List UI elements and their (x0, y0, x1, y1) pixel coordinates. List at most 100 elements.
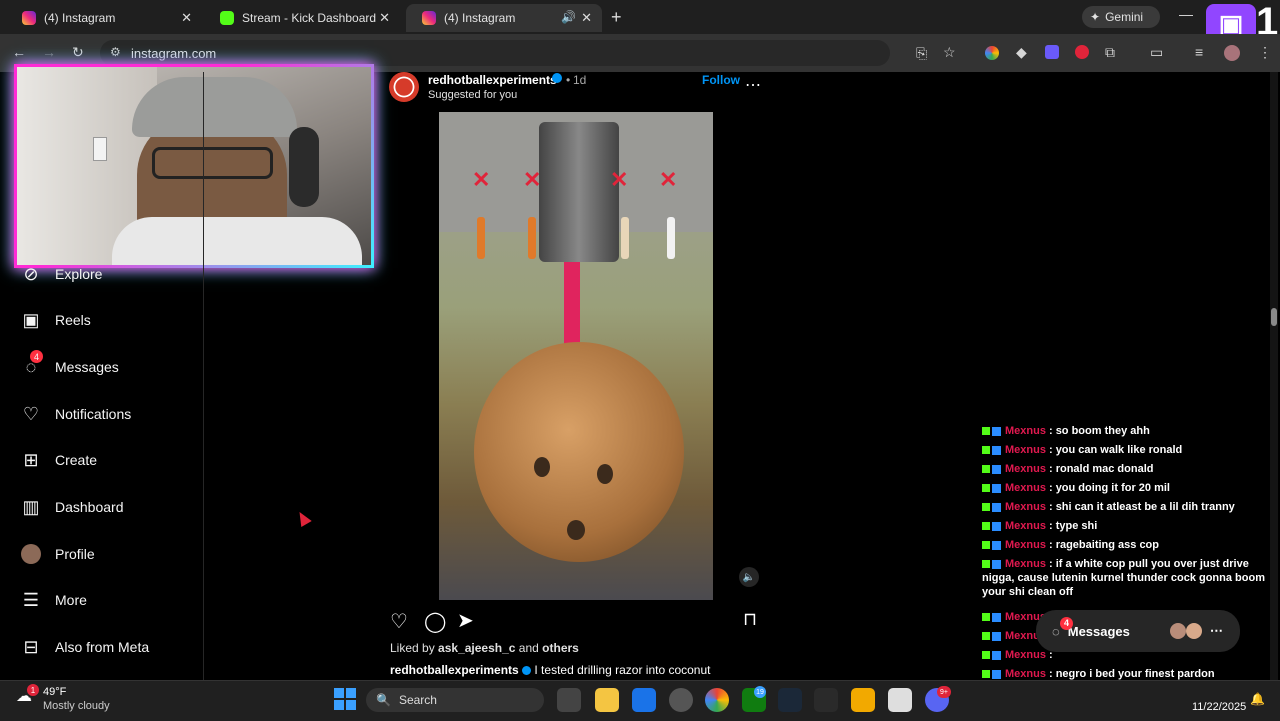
post-video[interactable]: ✕ ✕ ✕ ✕ (439, 112, 713, 600)
sidebar-item-also-from-meta[interactable]: ⊟ Also from Meta (20, 635, 149, 659)
chat-message: Mexnus: so boom they ahh (982, 424, 1278, 438)
weather-temp[interactable]: 49°F (43, 686, 66, 698)
store-icon[interactable] (632, 688, 656, 712)
extension-icon[interactable]: ◆ (1016, 44, 1027, 61)
tab-title: (4) Instagram (444, 11, 516, 25)
close-tab-icon[interactable]: ✕ (181, 10, 192, 26)
epic-games-icon[interactable] (814, 688, 838, 712)
caption-username[interactable]: redhotballexperiments (390, 663, 519, 677)
like-heart-icon[interactable]: ♡ (390, 609, 408, 634)
chat-badge-icon (992, 631, 1001, 641)
speaker-icon[interactable]: 🔊 (561, 10, 576, 24)
profile-avatar-icon[interactable] (1224, 45, 1240, 61)
search-placeholder: Search (398, 693, 437, 707)
chat-message: Mexnus: negro i bed your finest pardon (982, 667, 1278, 681)
messages-popup-badge: 4 (1060, 616, 1073, 630)
tab-instagram-active[interactable]: (4) Instagram 🔊 ✕ (406, 4, 602, 32)
chat-badge-icon (992, 650, 1001, 660)
chat-badge-icon (992, 426, 1001, 436)
audio-toggle-icon[interactable]: 🔈 (739, 567, 759, 587)
shirt (112, 217, 362, 265)
rockstar-icon[interactable] (851, 688, 875, 712)
extension-icon[interactable] (985, 46, 999, 60)
chat-text: : you doing it for 20 mil (1048, 482, 1170, 494)
sidebar-item-profile[interactable]: Profile (20, 542, 95, 566)
forward-icon[interactable]: → (42, 44, 56, 60)
kick-badge-icon (982, 651, 990, 660)
sidebar-item-create[interactable]: ⊞ Create (20, 448, 97, 472)
instagram-icon (22, 11, 36, 25)
tab-kick-dashboard[interactable]: Stream - Kick Dashboard ✕ (204, 4, 400, 32)
site-info-icon[interactable]: ⚙ (110, 45, 121, 59)
verified-icon (522, 666, 532, 676)
sidebar-item-explore[interactable]: ⊘ Explore (20, 262, 102, 286)
avatar (1169, 623, 1186, 639)
cross-mark-icon: ✕ (472, 167, 491, 192)
liked-by-user-link[interactable]: ask_ajeesh_c (438, 641, 515, 655)
minimize-button[interactable]: — (1179, 6, 1193, 22)
chat-text: : shi can it atleast be a lil dih tranny (1048, 501, 1235, 513)
taskbar-search[interactable]: 🔍 Search (366, 688, 544, 712)
gemini-button[interactable]: ✦ Gemini (1082, 6, 1160, 28)
7zip-icon[interactable] (888, 688, 912, 712)
app-icon[interactable] (669, 688, 693, 712)
share-icon[interactable]: ➤ (457, 608, 474, 633)
sidebar-item-notifications[interactable]: ♡ Notifications (20, 402, 131, 426)
close-tab-icon[interactable]: ✕ (379, 10, 390, 26)
coconut-eye (597, 464, 613, 484)
new-tab-button[interactable]: + (611, 7, 622, 28)
chrome-icon[interactable] (705, 688, 729, 712)
chat-message: Mexnus: ronald mac donald (982, 462, 1278, 476)
messenger-icon: ◌ 4 (20, 350, 43, 378)
scrollbar-thumb[interactable] (1271, 308, 1277, 326)
chat-username: Mexnus (1005, 649, 1046, 661)
steam-icon[interactable] (778, 688, 802, 712)
search-icon: 🔍 (376, 693, 391, 707)
liked-by-others-link[interactable]: others (542, 641, 579, 655)
close-tab-icon[interactable]: ✕ (581, 10, 592, 26)
messenger-icon: ◌ 4 (1052, 616, 1073, 639)
extensions-puzzle-icon[interactable]: ⧉ (1105, 44, 1115, 61)
discord-badge: 9+ (937, 686, 951, 698)
sidebar-item-label: Messages (55, 359, 119, 375)
sidebar-item-dashboard[interactable]: ▥ Dashboard (20, 495, 123, 519)
sidebar-item-more[interactable]: ☰ More (20, 588, 87, 612)
task-view-icon[interactable] (557, 688, 581, 712)
chat-badge-icon (992, 540, 1001, 550)
file-explorer-icon[interactable] (595, 688, 619, 712)
extension-icon[interactable] (1045, 45, 1059, 59)
avatar (20, 543, 42, 565)
browser-menu-icon[interactable]: ⋮ (1258, 44, 1272, 61)
chat-text: : ronald mac donald (1048, 463, 1154, 475)
sidebar-item-reels[interactable]: ▣ Reels (20, 308, 90, 332)
media-control-icon[interactable]: ≡ (1195, 44, 1203, 60)
split-view-icon[interactable]: ▭ (1150, 44, 1163, 61)
notification-bell-icon[interactable]: 🔔 (1250, 692, 1265, 706)
weather-desc[interactable]: Mostly cloudy (43, 700, 110, 712)
tab-instagram-1[interactable]: (4) Instagram ✕ (6, 4, 202, 32)
sidebar-item-messages[interactable]: ◌ 4 Messages (20, 350, 119, 379)
chat-badge-icon (992, 559, 1001, 569)
back-icon[interactable]: ← (12, 44, 26, 60)
kick-badge-icon (982, 613, 990, 622)
bookmark-star-icon[interactable]: ☆ (943, 44, 956, 61)
weather-badge: 1 (27, 684, 39, 696)
windows-start-icon[interactable] (334, 688, 356, 710)
comment-icon[interactable]: ◯ (424, 609, 446, 634)
reload-icon[interactable]: ↻ (72, 44, 84, 61)
messages-popup[interactable]: ◌ 4 Messages ⋯ (1036, 610, 1240, 652)
more-options-icon[interactable]: ⋯ (745, 75, 761, 95)
post-username[interactable]: redhotballexperiments (428, 73, 557, 87)
save-bookmark-icon[interactable]: ⊓ (743, 609, 757, 630)
sidebar-divider (203, 72, 204, 680)
kick-badge-icon (982, 484, 990, 493)
extension-icon[interactable] (1075, 45, 1089, 59)
install-app-icon[interactable]: ⎘ (916, 45, 927, 62)
post-author-avatar[interactable] (389, 72, 419, 102)
taskbar-date[interactable]: 11/22/2025 (1192, 701, 1246, 713)
follow-button[interactable]: Follow (702, 73, 740, 87)
more-options-icon[interactable]: ⋯ (1210, 623, 1223, 639)
menu-icon: ☰ (22, 589, 40, 610)
chat-username: Mexnus (1005, 463, 1046, 475)
address-bar[interactable] (100, 40, 890, 66)
